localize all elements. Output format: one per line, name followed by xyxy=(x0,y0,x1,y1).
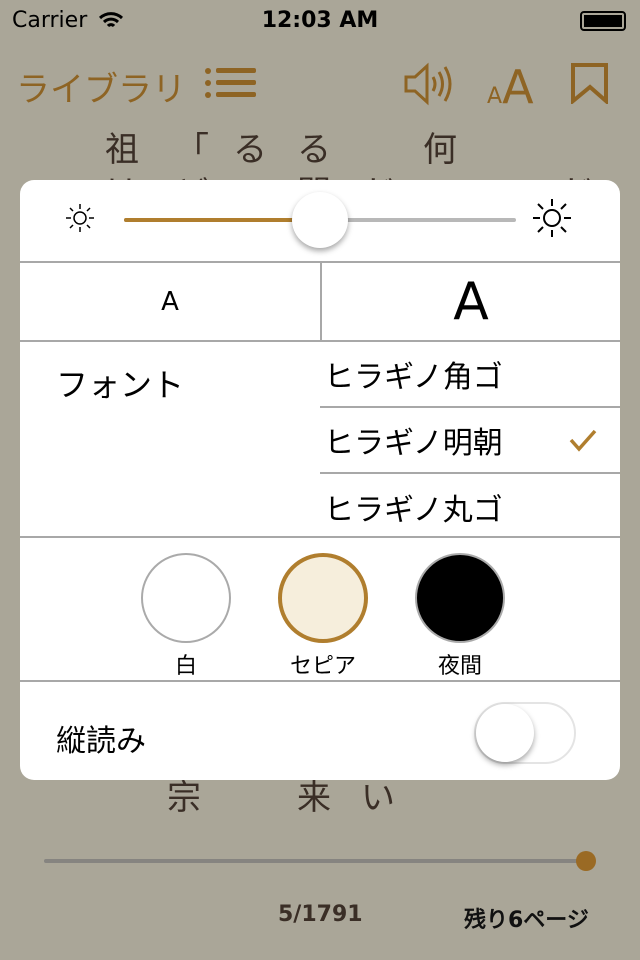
checkmark-icon xyxy=(569,429,597,452)
page-slider-thumb[interactable] xyxy=(576,851,597,871)
battery-icon xyxy=(580,11,626,31)
vertical-reading-toggle[interactable] xyxy=(474,702,576,764)
font-size-icon[interactable]: AA xyxy=(487,60,534,114)
pages-remaining: 残り6ページ xyxy=(464,908,589,933)
theme-2-swatch[interactable] xyxy=(415,553,505,643)
font-option-label: ヒラギノ丸ゴ xyxy=(324,493,503,528)
page-text-char: い xyxy=(361,778,395,818)
theme-label: 白 xyxy=(174,654,197,679)
brightness-high-icon xyxy=(533,199,571,237)
theme-label: セピア xyxy=(289,654,356,679)
font-smaller-label: A xyxy=(161,286,179,317)
page-text-char: 来 xyxy=(297,778,331,818)
page-text-char: 祖 xyxy=(105,130,139,170)
font-option[interactable]: ヒラギノ明朝 xyxy=(320,408,620,474)
theme-1-swatch[interactable] xyxy=(278,553,368,643)
font-option[interactable]: ヒラギノ角ゴ xyxy=(320,342,620,408)
vertical-reading-label: 縦読み xyxy=(56,724,146,759)
settings-popover: A A フォント ヒラギノ角ゴ ヒラギノ明朝 ヒラギノ丸ゴ 白 セピア 夜間 縦読み xyxy=(20,180,620,780)
page-text-char: 何 xyxy=(423,130,457,170)
status-bar: Carrier 12:03 AM xyxy=(0,0,640,40)
font-larger-button[interactable]: A xyxy=(322,263,620,340)
font-small-glyph: A xyxy=(487,84,503,109)
page-text-char: る xyxy=(297,130,331,170)
page-text-char: る xyxy=(233,130,267,170)
list-icon[interactable] xyxy=(204,66,256,100)
page-number: 5/1791 xyxy=(278,902,363,927)
library-button[interactable]: ライブラリ xyxy=(16,62,186,111)
page-text-char: 「 xyxy=(175,130,209,170)
font-option-label: ヒラギノ角ゴ xyxy=(324,360,503,395)
font-smaller-button[interactable]: A xyxy=(20,263,320,340)
font-larger-label: A xyxy=(453,271,489,332)
bookmark-icon[interactable] xyxy=(570,62,610,104)
font-label: フォント xyxy=(56,366,185,404)
brightness-low-icon xyxy=(66,204,94,232)
time-label: 12:03 AM xyxy=(261,8,379,33)
brightness-thumb[interactable] xyxy=(292,192,348,248)
font-option[interactable]: ヒラギノ丸ゴ xyxy=(320,474,620,540)
font-option-label: ヒラギノ明朝 xyxy=(324,426,503,461)
toggle-knob xyxy=(476,704,534,762)
page-slider[interactable] xyxy=(44,859,588,863)
theme-label: 夜間 xyxy=(437,654,482,679)
font-large-glyph: A xyxy=(502,60,534,114)
page-text-char: 宗 xyxy=(167,778,201,818)
theme-0-swatch[interactable] xyxy=(141,553,231,643)
speaker-icon[interactable] xyxy=(402,62,456,106)
